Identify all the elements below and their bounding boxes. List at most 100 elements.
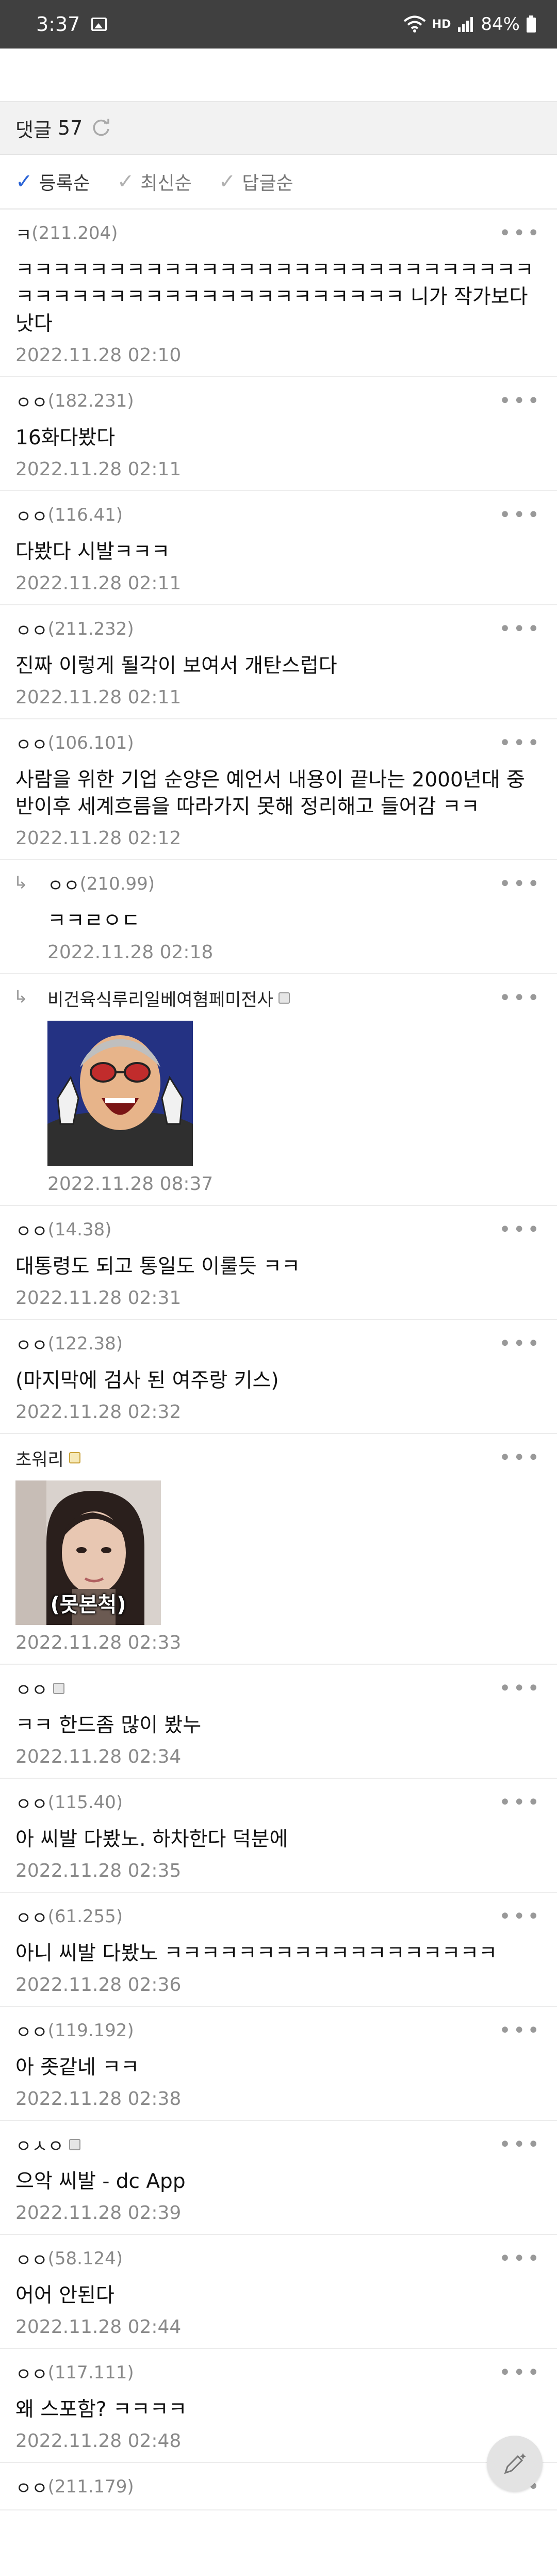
sort-tab-registered[interactable]: ✓ 등록순 — [15, 168, 90, 195]
comment-text: 아 씨발 다봤노. 하차한다 덕분에 — [15, 1828, 288, 1851]
comment-image[interactable]: (못본척) — [15, 1480, 161, 1625]
check-icon: ✓ — [117, 170, 135, 194]
comment-date: 2022.11.28 08:37 — [47, 1173, 214, 1195]
comment-nickname[interactable]: ㅇㅇ — [15, 1676, 48, 1701]
battery-percent: 84% — [481, 14, 520, 35]
wifi-icon — [403, 15, 426, 33]
comment-date: 2022.11.28 02:12 — [15, 828, 182, 849]
comment-text: 어어 안된다 — [15, 2284, 114, 2307]
comment-date: 2022.11.28 02:31 — [15, 1287, 182, 1309]
refresh-icon[interactable] — [91, 118, 111, 138]
more-options-icon[interactable]: ••• — [499, 986, 542, 1010]
comment-ip: (210.99) — [79, 874, 155, 894]
comment-list: ㅋ (211.204) ••• ㅋㅋㅋㅋㅋㅋㅋㅋㅋㅋㅋㅋㅋㅋㅋㅋㅋㅋㅋㅋㅋㅋㅋㅋㅋㅋ… — [0, 210, 557, 2510]
more-options-icon[interactable]: ••• — [499, 503, 542, 527]
comment-nickname[interactable]: ㅇㅅㅇ — [15, 2132, 64, 2158]
comment-ip: (117.111) — [47, 2362, 134, 2383]
more-options-icon[interactable]: ••• — [499, 2133, 542, 2156]
comment-nickname[interactable]: ㅋ — [15, 221, 31, 246]
comment-date: 2022.11.28 02:38 — [15, 2088, 182, 2110]
comment-nickname[interactable]: ㅇㅇ — [15, 389, 48, 414]
write-comment-button[interactable] — [487, 2436, 543, 2491]
cartoon-man-image — [47, 1021, 193, 1166]
comment-nickname[interactable]: ㅇㅇ — [15, 1790, 48, 1815]
comment-item: ㅇㅇ (122.38) ••• (마지막에 검사 된 여주랑 키스) 2022.11… — [0, 1320, 557, 1434]
comment-item: ㅇㅇ ••• ㅋㅋ 한드좀 많이 봤누 2022.11.28 02:34 — [0, 1665, 557, 1779]
more-options-icon[interactable]: ••• — [499, 872, 542, 896]
more-options-icon[interactable]: ••• — [499, 2361, 542, 2385]
comment-text: ㅋㅋㄹㅇㄷ — [47, 909, 140, 932]
more-options-icon[interactable]: ••• — [499, 1332, 542, 1356]
image-caption: (못본척) — [50, 1593, 126, 1617]
comment-nickname[interactable]: ㅇㅇ — [15, 2474, 48, 2500]
comment-label: 댓글 — [15, 118, 52, 141]
comment-ip: (119.192) — [47, 2020, 134, 2041]
reply-item: ↳ ㅇㅇ (210.99) ••• ㅋㅋㄹㅇㄷ 2022.11.28 02:18 — [0, 860, 557, 974]
more-options-icon[interactable]: ••• — [499, 1677, 542, 1700]
comment-date: 2022.11.28 02:44 — [15, 2316, 182, 2338]
comment-date: 2022.11.28 02:18 — [47, 942, 214, 963]
pen-sparkle-icon — [504, 2453, 526, 2474]
comment-nickname[interactable]: ㅇㅇ — [15, 2360, 48, 2386]
comment-item: ㅇㅇ (61.255) ••• 아니 씨발 다봤노 ㅋㅋㅋㅋㅋㅋㅋㅋㅋㅋㅋㅋㅋㅋㅋㅋ… — [0, 1893, 557, 2007]
comment-date: 2022.11.28 02:33 — [15, 1632, 182, 1653]
more-options-icon[interactable]: ••• — [499, 389, 542, 413]
comment-nickname[interactable]: ㅇㅇ — [15, 2018, 48, 2043]
check-icon: ✓ — [218, 170, 236, 194]
more-options-icon[interactable]: ••• — [499, 1791, 542, 1814]
reply-arrow-icon: ↳ — [13, 987, 28, 1007]
comment-text: 대통령도 되고 통일도 이룰듯 ㅋㅋ — [15, 1255, 300, 1278]
comment-nickname[interactable]: ㅇㅇ — [15, 1904, 48, 1929]
sort-tab-label: 최신순 — [140, 173, 192, 194]
network-label: HD — [432, 18, 451, 31]
member-badge-icon — [53, 1683, 64, 1694]
more-options-icon[interactable]: ••• — [499, 731, 542, 755]
comment-text: 다봤다 시발ㅋㅋㅋ — [15, 540, 170, 564]
comment-item: 초워리 ••• (못본척) 2022.11.28 02:33 — [0, 1434, 557, 1665]
sort-tab-label: 답글순 — [242, 173, 293, 194]
comment-date: 2022.11.28 02:11 — [15, 687, 182, 708]
check-icon: ✓ — [15, 170, 33, 194]
comment-date: 2022.11.28 02:39 — [15, 2202, 182, 2224]
battery-icon — [527, 15, 536, 33]
more-options-icon[interactable]: ••• — [499, 1446, 542, 1470]
more-options-icon[interactable]: ••• — [499, 1218, 542, 1242]
more-options-icon[interactable]: ••• — [499, 221, 542, 245]
comment-nickname[interactable]: 초워리 — [15, 1445, 64, 1471]
comment-text: ㅋㅋ 한드좀 많이 봤누 — [15, 1714, 202, 1737]
reply-arrow-icon: ↳ — [13, 873, 28, 893]
comment-ip: (115.40) — [47, 1792, 123, 1813]
comment-text: 16화다봤다 — [15, 426, 116, 449]
more-options-icon[interactable]: ••• — [499, 2019, 542, 2042]
comment-nickname[interactable]: ㅇㅇ — [15, 2246, 48, 2272]
more-options-icon[interactable]: ••• — [499, 617, 542, 641]
comment-nickname[interactable]: ㅇㅇ — [15, 617, 48, 642]
comment-text: 으악 씨발 - dc App — [15, 2170, 186, 2193]
more-options-icon[interactable]: ••• — [499, 1905, 542, 1928]
comment-date: 2022.11.28 02:11 — [15, 459, 182, 480]
comment-text: 진짜 이렇게 될각이 보여서 개탄스럽다 — [15, 654, 337, 678]
comment-item: ㅇㅇ (211.232) ••• 진짜 이렇게 될각이 보여서 개탄스럽다 2022… — [0, 605, 557, 719]
comment-item: ㅇㅇ (117.111) ••• 왜 스포함? ㅋㅋㅋㅋ 2022.11.28 02… — [0, 2349, 557, 2463]
status-bar: 3:37 HD 84% — [0, 0, 557, 49]
sort-tab-label: 등록순 — [39, 173, 90, 194]
comment-item: ㅇㅅㅇ ••• 으악 씨발 - dc App 2022.11.28 02:39 — [0, 2121, 557, 2235]
sort-tab-latest[interactable]: ✓ 최신순 — [117, 168, 192, 195]
comment-item: ㅇㅇ (119.192) ••• 아 좃같네 ㅋㅋ 2022.11.28 02:38 — [0, 2007, 557, 2121]
comment-text: 사람을 위한 기업 순양은 예언서 내용이 끝나는 2000년대 중반이후 세계… — [15, 768, 525, 818]
comment-nickname[interactable]: ㅇㅇ — [15, 1217, 48, 1243]
comment-ip: (14.38) — [47, 1219, 112, 1240]
comment-nickname[interactable]: ㅇㅇ — [15, 1331, 48, 1357]
comment-ip: (58.124) — [47, 2248, 123, 2269]
sort-tab-replies[interactable]: ✓ 답글순 — [219, 168, 293, 195]
comment-ip: (61.255) — [47, 1906, 123, 1927]
comment-nickname[interactable]: ㅇㅇ — [15, 731, 48, 756]
comment-nickname[interactable]: 비건육식루리일베여혐페미전사 — [47, 986, 273, 1011]
comment-nickname[interactable]: ㅇㅇ — [47, 872, 80, 897]
member-badge-icon — [69, 2139, 80, 2150]
more-options-icon[interactable]: ••• — [499, 2247, 542, 2271]
comment-image[interactable] — [47, 1021, 193, 1166]
comment-nickname[interactable]: ㅇㅇ — [15, 503, 48, 528]
comment-date: 2022.11.28 02:32 — [15, 1402, 182, 1423]
comment-date: 2022.11.28 02:36 — [15, 1974, 182, 1995]
